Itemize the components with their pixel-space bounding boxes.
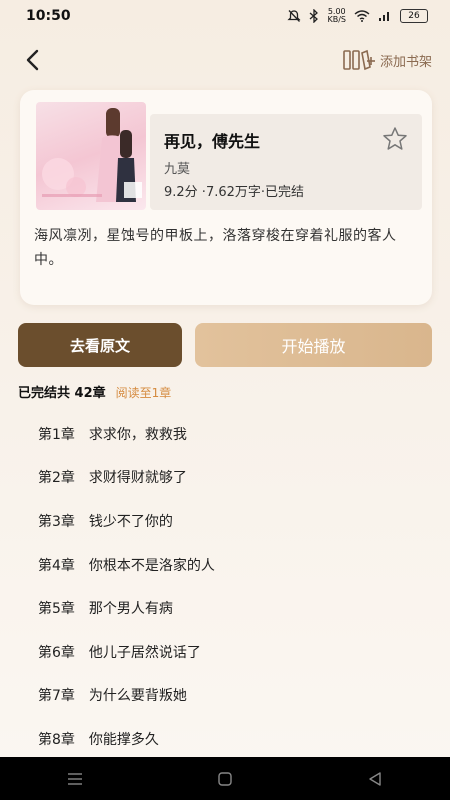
bluetooth-icon [310,9,319,23]
read-original-button[interactable]: 去看原文 [18,323,182,367]
chapter-item[interactable]: 第5章 那个男人有病 [0,586,450,630]
chapter-count: 已完结共 42章 [18,386,106,401]
back-button[interactable] [24,45,50,75]
chapter-title: 钱少不了你的 [88,513,173,530]
mute-icon [287,10,302,22]
bookshelf-add-icon [343,49,375,71]
chevron-left-icon [26,49,39,71]
chapter-item[interactable]: 第4章 你根本不是洛家的人 [0,543,450,587]
cover-illustration [42,108,142,202]
add-to-shelf-button[interactable]: 添加书架 [342,47,432,73]
wifi-icon [354,10,370,22]
home-button[interactable] [205,764,245,794]
status-time: 10:50 [26,8,71,24]
battery-indicator: 26 [400,9,428,23]
book-info-card: 再见，傅先生 九莫 9.2分 ·7.62万字·已完结 海风凛冽，星蚀号的甲板上，… [20,90,432,305]
chapter-item[interactable]: 第6章 他儿子居然说话了 [0,630,450,674]
top-nav: 添加书架 [0,42,450,78]
system-nav-bar [0,757,450,800]
chapter-title: 求求你，救救我 [88,426,187,443]
book-title: 再见，傅先生 [164,132,261,151]
triangle-back-icon [369,771,381,786]
chapter-title: 求财得财就够了 [88,470,187,487]
home-square-icon [218,771,232,786]
menu-icon [68,772,82,785]
book-cover[interactable] [36,102,146,210]
chapter-number: 第5章 [38,601,75,618]
chapter-item[interactable]: 第7章 为什么要背叛她 [0,674,450,718]
book-description: 海风凛冽，星蚀号的甲板上，洛落穿梭在穿着礼服的客人中。 [34,228,397,268]
chapter-number: 第7章 [38,688,75,705]
chapter-item[interactable]: 第2章 求财得财就够了 [0,456,450,500]
network-speed: 5.00 KB/S [327,7,346,24]
book-author: 九莫 [164,162,191,177]
chapter-item[interactable]: 第8章 你能撑多久 [0,717,450,761]
chapter-number: 第1章 [38,426,75,443]
chapter-list: 第1章 求求你，救救我 第2章 求财得财就够了 第3章 钱少不了你的 第4章 你… [0,412,450,761]
chapter-number: 第3章 [38,513,75,530]
add-to-shelf-label: 添加书架 [379,54,432,70]
chapter-summary: 已完结共 42章 阅读至1章 [18,382,171,401]
back-nav-button[interactable] [355,764,395,794]
chapter-item[interactable]: 第1章 求求你，救救我 [0,412,450,456]
chapter-title: 你能撑多久 [88,731,159,748]
chapter-number: 第4章 [38,557,75,574]
start-play-button[interactable]: 开始播放 [195,323,432,367]
star-icon [383,127,407,150]
chapter-number: 第8章 [38,731,75,748]
chapter-title: 为什么要背叛她 [88,688,187,705]
reading-progress[interactable]: 阅读至1章 [116,384,172,401]
book-meta-box: 再见，傅先生 九莫 9.2分 ·7.62万字·已完结 [150,114,422,210]
menu-button[interactable] [55,764,95,794]
chapter-title: 那个男人有病 [88,601,173,618]
book-meta: 9.2分 ·7.62万字·已完结 [164,185,305,200]
chapter-item[interactable]: 第3章 钱少不了你的 [0,499,450,543]
favorite-button[interactable] [382,126,408,152]
status-bar: 10:50 5.00 KB/S 26 [0,0,450,32]
chapter-title: 他儿子居然说话了 [88,644,201,661]
chapter-title: 你根本不是洛家的人 [88,557,215,574]
chapter-number: 第2章 [38,470,75,487]
status-icons: 5.00 KB/S 26 [287,8,428,24]
chapter-number: 第6章 [38,644,75,661]
signal-icon [379,12,389,21]
